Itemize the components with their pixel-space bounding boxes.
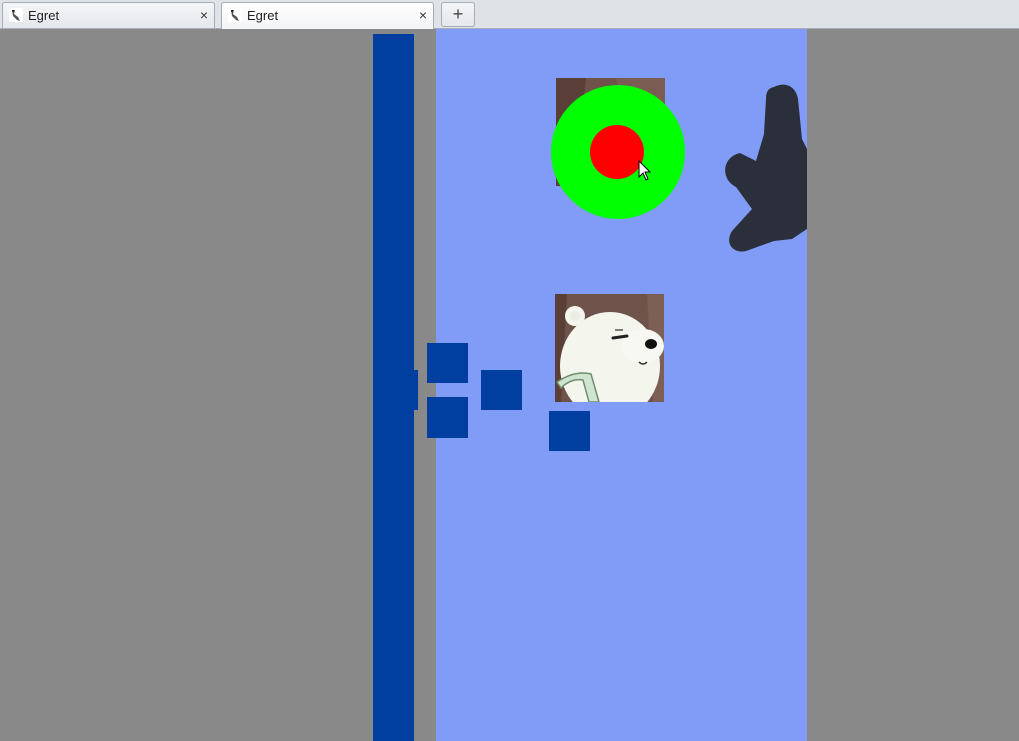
block-tile bbox=[427, 397, 468, 438]
block-tile bbox=[408, 370, 418, 410]
egret-logo-icon bbox=[9, 8, 23, 22]
block-tile bbox=[481, 370, 522, 410]
mouse-pointer-icon bbox=[638, 160, 652, 181]
block-tile bbox=[427, 343, 468, 383]
hand-silhouette bbox=[725, 84, 807, 252]
polar-bear-image bbox=[555, 294, 664, 402]
block-tile bbox=[549, 411, 590, 451]
browser-tab-bar: Egret × Egret × + bbox=[0, 0, 1019, 29]
virtual-joystick[interactable] bbox=[550, 84, 686, 220]
plus-icon: + bbox=[452, 4, 464, 24]
joystick-knob bbox=[590, 125, 644, 179]
tab-egret-1[interactable]: Egret × bbox=[2, 2, 215, 28]
close-icon[interactable]: × bbox=[200, 6, 208, 24]
new-tab-button[interactable]: + bbox=[441, 2, 475, 27]
tab-title: Egret bbox=[28, 8, 60, 23]
egret-logo-icon bbox=[228, 8, 242, 22]
tab-title: Egret bbox=[247, 8, 279, 23]
close-icon[interactable]: × bbox=[419, 6, 427, 24]
tab-egret-2[interactable]: Egret × bbox=[221, 2, 434, 29]
